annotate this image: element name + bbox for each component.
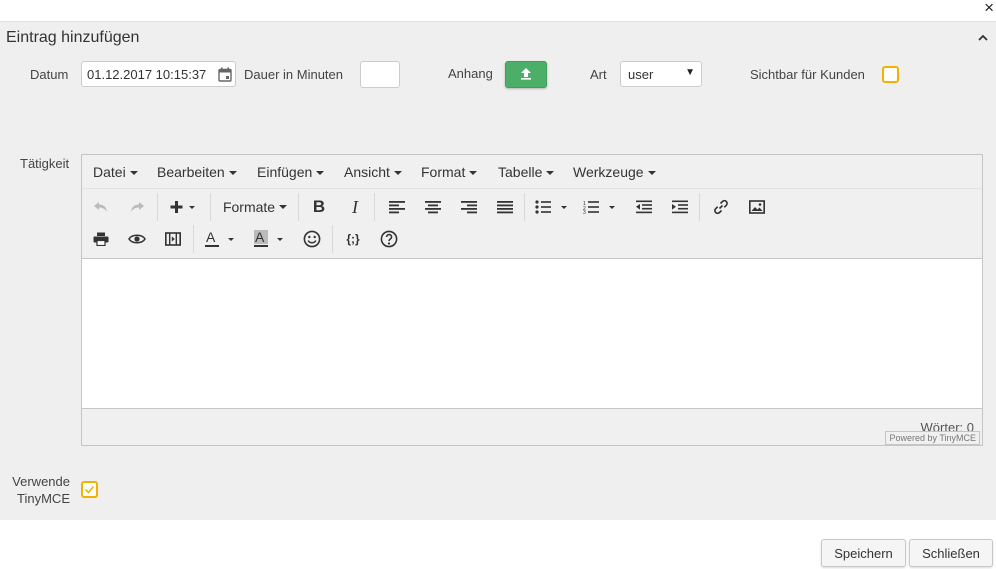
menu-file-label: Datei xyxy=(93,164,126,180)
type-select[interactable]: user ▼ xyxy=(620,61,702,87)
menu-insert-label: Einfügen xyxy=(257,164,313,180)
formats-label: Formate xyxy=(222,199,276,215)
chevron-up-icon[interactable] xyxy=(978,30,988,45)
upload-icon xyxy=(520,67,532,83)
visible-for-customers-label: Sichtbar für Kunden xyxy=(750,67,865,82)
bullet-list-icon[interactable] xyxy=(532,194,572,220)
image-icon[interactable] xyxy=(746,194,768,220)
date-value: 01.12.2017 10:15:37 xyxy=(87,67,207,82)
emoticons-icon[interactable] xyxy=(301,226,323,252)
menu-format[interactable]: Format xyxy=(421,164,478,180)
outdent-icon[interactable] xyxy=(633,194,655,220)
formats-dropdown[interactable]: Formate xyxy=(219,194,291,220)
menu-view[interactable]: Ansicht xyxy=(344,164,402,180)
menu-tools[interactable]: Werkzeuge xyxy=(573,164,656,180)
insert-icon[interactable] xyxy=(166,194,202,220)
background-color-icon[interactable]: A xyxy=(250,226,290,252)
menu-edit[interactable]: Bearbeiten xyxy=(157,164,237,180)
code-sample-icon[interactable]: {;} xyxy=(341,226,365,252)
menu-table-label: Tabelle xyxy=(498,164,543,180)
align-left-icon[interactable] xyxy=(386,194,408,220)
menu-tools-label: Werkzeuge xyxy=(573,164,644,180)
use-tinymce-label-line1: Verwende xyxy=(12,474,70,489)
svg-text:3: 3 xyxy=(583,210,586,214)
undo-icon[interactable] xyxy=(90,194,112,220)
text-color-icon[interactable]: A xyxy=(201,226,241,252)
duration-field[interactable] xyxy=(360,61,400,88)
bold-icon[interactable]: B xyxy=(308,194,330,220)
use-tinymce-label: Verwende TinyMCE xyxy=(9,473,70,507)
menu-view-label: Ansicht xyxy=(344,164,390,180)
type-selected-value: user xyxy=(628,67,654,82)
use-tinymce-checkbox[interactable] xyxy=(81,481,98,498)
editor-content-area[interactable] xyxy=(82,258,982,409)
italic-icon[interactable]: I xyxy=(344,194,366,220)
duration-label: Dauer in Minuten xyxy=(244,67,343,82)
rich-text-editor: Datei Bearbeiten Einfügen Ansicht Format… xyxy=(81,154,983,446)
checkmark-icon xyxy=(84,485,95,494)
attachment-label: Anhang xyxy=(448,66,493,81)
redo-icon[interactable] xyxy=(126,194,148,220)
svg-text:A: A xyxy=(255,230,265,245)
close-button[interactable]: Schließen xyxy=(909,539,993,567)
editor-menubar: Datei Bearbeiten Einfügen Ansicht Format… xyxy=(82,155,982,189)
powered-by-tinymce[interactable]: Powered by TinyMCE xyxy=(885,431,980,445)
align-justify-icon[interactable] xyxy=(494,194,516,220)
panel-title: Eintrag hinzufügen xyxy=(6,29,140,46)
align-right-icon[interactable] xyxy=(458,194,480,220)
media-icon[interactable] xyxy=(162,226,184,252)
dropdown-arrow-icon: ▼ xyxy=(685,67,695,78)
calendar-icon[interactable] xyxy=(218,67,232,85)
menu-insert[interactable]: Einfügen xyxy=(257,164,325,180)
svg-text:A: A xyxy=(206,230,216,245)
type-label: Art xyxy=(590,67,607,82)
visible-for-customers-checkbox[interactable] xyxy=(882,66,899,83)
menu-edit-label: Bearbeiten xyxy=(157,164,225,180)
close-dialog-icon[interactable]: × xyxy=(984,0,994,18)
entry-form-panel: Eintrag hinzufügen Datum 01.12.2017 10:1… xyxy=(0,21,996,520)
upload-button[interactable] xyxy=(505,61,547,88)
numbered-list-icon[interactable]: 123 xyxy=(580,194,620,220)
date-label: Datum xyxy=(30,67,69,82)
preview-icon[interactable] xyxy=(126,226,148,252)
menu-table[interactable]: Tabelle xyxy=(498,164,555,180)
help-icon[interactable] xyxy=(378,226,400,252)
link-icon[interactable] xyxy=(710,194,732,220)
menu-format-label: Format xyxy=(421,164,466,180)
date-field[interactable]: 01.12.2017 10:15:37 xyxy=(81,61,236,87)
save-button[interactable]: Speichern xyxy=(821,539,906,567)
use-tinymce-label-line2: TinyMCE xyxy=(17,491,70,506)
activity-label: Tätigkeit xyxy=(20,156,70,171)
indent-icon[interactable] xyxy=(669,194,691,220)
align-center-icon[interactable] xyxy=(422,194,444,220)
menu-file[interactable]: Datei xyxy=(93,164,138,180)
print-icon[interactable] xyxy=(90,226,112,252)
